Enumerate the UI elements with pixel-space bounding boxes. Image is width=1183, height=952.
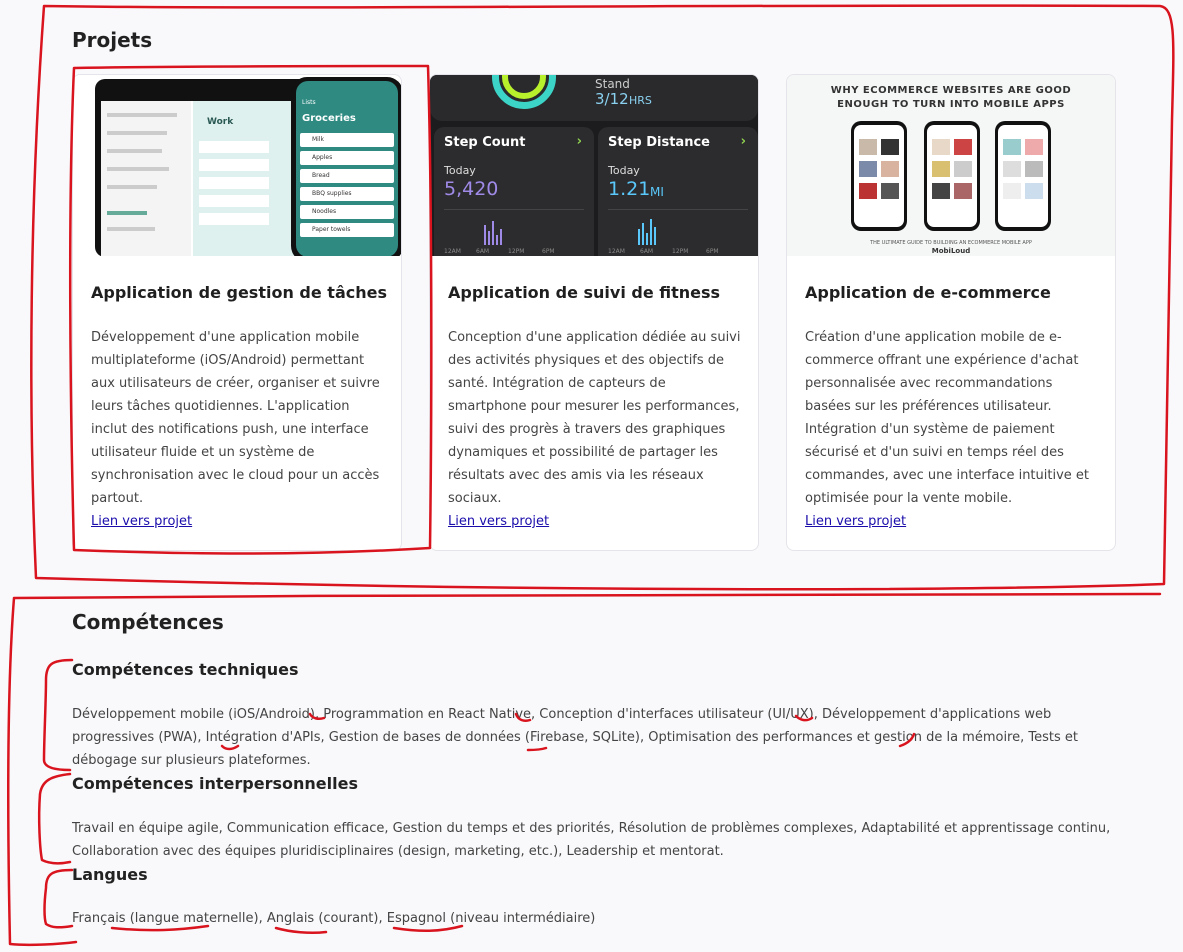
step-count-panel: Step Count › Today 5,420 12AM 6AM 12PM 6… [434,127,594,256]
project-link[interactable]: Lien vers projet [448,510,743,533]
axis-label: 12AM [444,248,461,255]
list-item: Paper towels [300,223,394,237]
project-card-ecommerce: WHY ECOMMERCE WEBSITES ARE GOOD ENOUGH T… [786,74,1116,551]
bracket-interpersonal [37,772,72,865]
tablet-sidebar [101,101,191,256]
project-link[interactable]: Lien vers projet [91,510,386,533]
list-item: Apples [300,151,394,165]
project-description-text: Création d'une application mobile de e-c… [805,330,1090,506]
project-link[interactable]: Lien vers projet [805,510,1100,533]
step-distance-bars [608,209,748,245]
phone-screen: Lists Groceries Milk Apples Bread BBQ su… [296,81,398,256]
list-item: Noodles [300,205,394,219]
stand-value: 3/12 [595,90,629,108]
axis-label: 12AM [608,248,625,255]
projets-title: Projets [72,28,153,52]
project-description-text: Développement d'une application mobile m… [91,330,380,506]
stand-unit: HRS [629,94,652,107]
today-label: Today [608,164,640,177]
ecommerce-headline: WHY ECOMMERCE WEBSITES ARE GOOD ENOUGH T… [787,84,1115,112]
axis-label: 6AM [476,248,490,255]
list-item: BBQ supplies [300,187,394,201]
project-card-fitness: Stand 3/12 HRS Step Count › Today 5,420 … [429,74,759,551]
project-title: Application de suivi de fitness [448,283,721,302]
list-item: Milk [300,133,394,147]
axis-label: 12PM [672,248,689,255]
skills-technical-title: Compétences techniques [72,660,299,679]
panel-unit: MI [650,185,664,199]
tablet-screen: Work [101,101,311,256]
step-distance-panel: Step Distance › Today 1.21 MI 12AM 6AM 1… [598,127,758,256]
headline-line: WHY ECOMMERCE WEBSITES ARE GOOD [830,85,1072,96]
project-description: Développement d'une application mobile m… [91,326,386,533]
project-card-tasks: Work Lists Groceries Milk Apples Bread B… [72,74,402,551]
work-label: Work [207,117,234,127]
project-description-text: Conception d'une application dédiée au s… [448,330,741,506]
axis-label: 12PM [508,248,525,255]
axis-label: 6PM [706,248,719,255]
panel-value: 5,420 [444,178,499,200]
activity-rings-panel: Stand 3/12 HRS [430,75,758,121]
ecommerce-footer: THE ULTIMATE GUIDE TO BUILDING AN ECOMME… [870,240,1032,246]
project-image-fitness: Stand 3/12 HRS Step Count › Today 5,420 … [430,75,758,256]
skills-interpersonal-title: Compétences interpersonnelles [72,774,358,793]
panel-label: Step Distance [608,135,710,150]
panel-value: 1.21 [608,178,651,200]
project-title: Application de e-commerce [805,283,1051,302]
chevron-right-icon: › [740,134,746,149]
axis-label: 6AM [640,248,654,255]
groceries-label: Groceries [302,113,356,124]
headline-line: ENOUGH TO TURN INTO MOBILE APPS [837,99,1065,110]
chevron-right-icon: › [576,134,582,149]
list-item: Bread [300,169,394,183]
bracket-technical [42,658,74,772]
today-label: Today [444,164,476,177]
project-image-ecommerce: WHY ECOMMERCE WEBSITES ARE GOOD ENOUGH T… [787,75,1115,256]
phone-mockup [995,121,1051,231]
project-description: Conception d'une application dédiée au s… [448,326,743,533]
phone-mockup [851,121,907,231]
axis-label: 6PM [542,248,555,255]
panel-label: Step Count [444,135,526,150]
phone-mockup [924,121,980,231]
back-label: Lists [302,99,316,106]
project-description: Création d'une application mobile de e-c… [805,326,1100,533]
languages-title: Langues [72,865,148,884]
skills-interpersonal-text: Travail en équipe agile, Communication e… [72,821,1111,859]
languages-text: Français (langue maternelle), Anglais (c… [72,911,596,926]
project-title: Application de gestion de tâches [91,283,387,302]
mobiloud-logo: MobiLoud [931,247,971,255]
competences-title: Compétences [72,610,224,634]
bracket-languages [43,868,74,929]
stand-label: Stand [595,77,630,91]
step-count-bars [444,209,584,245]
skills-technical-text: Développement mobile (iOS/Android), Prog… [72,707,1078,768]
project-image-tasks: Work Lists Groceries Milk Apples Bread B… [73,75,401,256]
